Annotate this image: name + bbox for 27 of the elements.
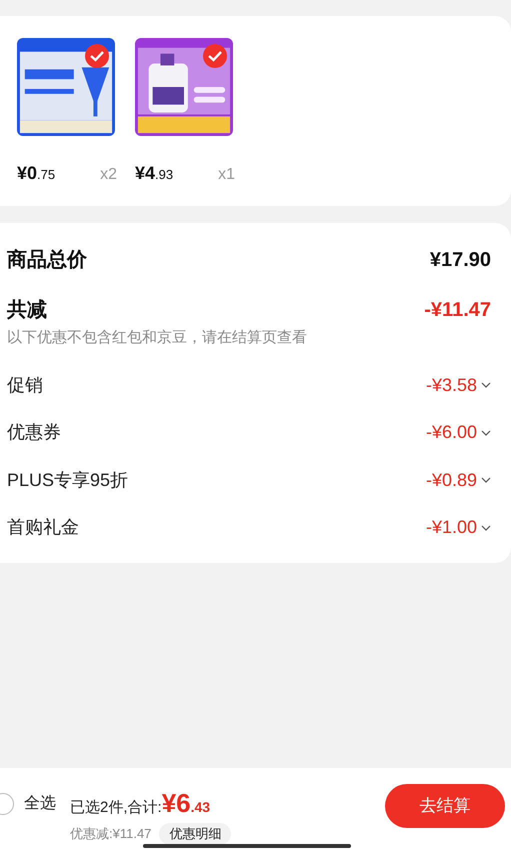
discount-value: -¥11.47 [424,298,491,323]
total-value: ¥17.90 [430,248,491,273]
saving-text: 优惠减:¥11.47 [70,825,152,843]
discount-item-label: 促销 [7,374,43,397]
product-price: ¥0.75 [17,162,56,185]
chevron-down-icon[interactable] [481,524,491,531]
discount-detail-button[interactable]: 优惠明细 [159,823,232,844]
discount-item-value: -¥1.00 [426,516,477,540]
discount-item-value: -¥0.89 [426,468,477,492]
product-price: ¥4.93 [135,162,174,185]
chevron-down-icon[interactable] [481,382,491,388]
discount-item-label: 优惠券 [7,421,61,444]
total-price: ¥6.43 [162,787,210,820]
chevron-down-icon[interactable] [481,477,491,484]
discount-item-label: PLUS专享95折 [7,468,128,492]
discount-label: 共减 [7,298,47,323]
selected-count: 已选2件,合计: [70,798,162,818]
product-quantity: x2 [100,165,117,185]
discount-item-value: -¥3.58 [426,374,477,397]
checkout-button[interactable]: 去结算 [385,784,505,828]
select-all-label[interactable]: 全选 [24,792,56,816]
discount-note: 以下优惠不包含红包和京豆，请在结算页查看 [7,328,308,348]
discount-item-label: 首购礼金 [7,516,79,540]
chevron-down-icon[interactable] [481,430,491,436]
discount-item-value: -¥6.00 [426,421,477,444]
total-label: 商品总价 [7,248,87,273]
product-quantity: x1 [218,165,235,185]
